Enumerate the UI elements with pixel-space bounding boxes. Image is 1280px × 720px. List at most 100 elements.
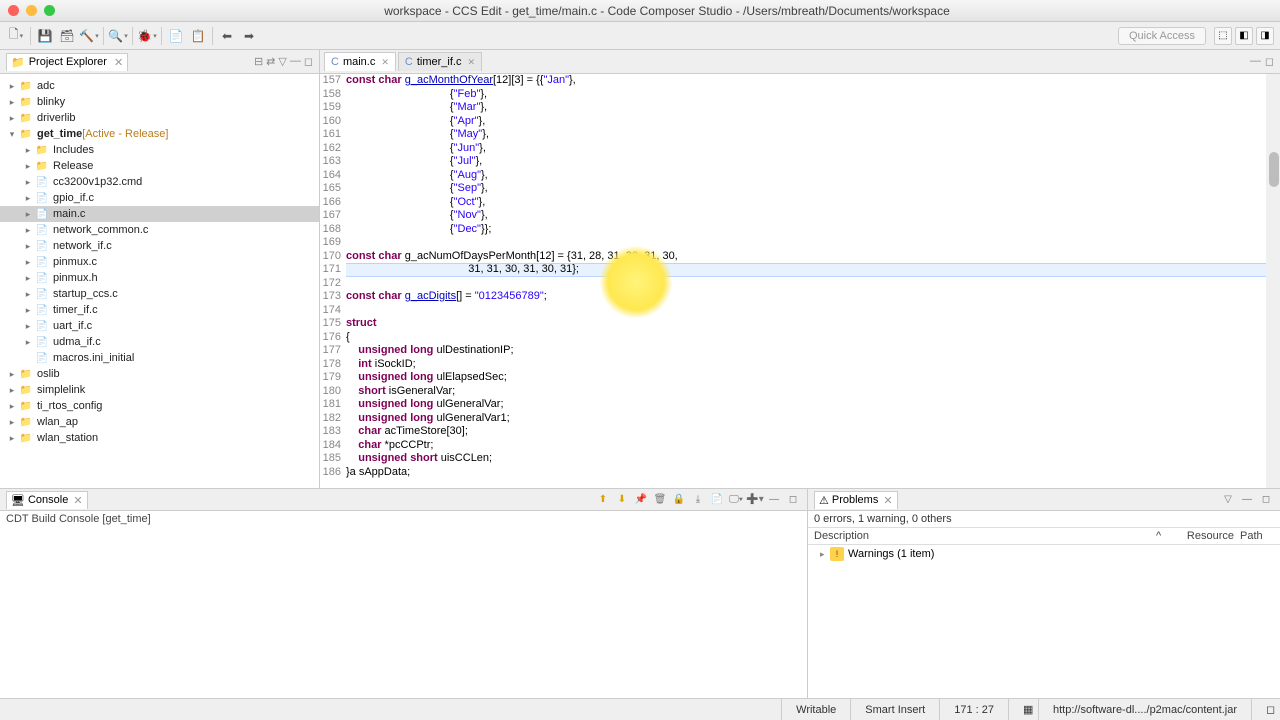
problems-columns: Description ^Resource Path: [808, 527, 1280, 545]
problems-status: 0 errors, 1 warning, 0 others: [808, 511, 1280, 527]
tree-item[interactable]: ▾📁get_time [Active - Release]: [0, 126, 319, 142]
minimize-window-button[interactable]: [26, 5, 37, 16]
console-clear-icon[interactable]: 🗑: [652, 492, 668, 508]
collapse-all-icon[interactable]: ⊟: [254, 55, 263, 68]
close-window-button[interactable]: [8, 5, 19, 16]
tree-item[interactable]: ▸📄network_common.c: [0, 222, 319, 238]
project-explorer-label: Project Explorer: [29, 56, 107, 68]
problems-menu-icon[interactable]: ▽: [1220, 492, 1236, 508]
tree-item[interactable]: ▸📄pinmux.h: [0, 270, 319, 286]
new-menu-icon[interactable]: 🗋: [6, 26, 26, 46]
back-icon[interactable]: ⬅: [217, 26, 237, 46]
tree-item[interactable]: ▸📁Release: [0, 158, 319, 174]
tree-item[interactable]: 📄macros.ini_initial: [0, 350, 319, 366]
console-pin-icon[interactable]: 📌: [633, 492, 649, 508]
folder-icon: 📁: [11, 56, 25, 69]
tree-item[interactable]: ▸📄network_if.c: [0, 238, 319, 254]
forward-icon[interactable]: ➡: [239, 26, 259, 46]
progress-icon[interactable]: ▦: [1008, 699, 1038, 720]
close-problems-icon[interactable]: ✕: [883, 494, 892, 507]
editor-area: Cmain.c✕Ctimer_if.c✕ — ◻ 157 158 159 160…: [320, 50, 1280, 488]
editor-tab[interactable]: Cmain.c✕: [324, 52, 396, 71]
zoom-window-button[interactable]: [44, 5, 55, 16]
console-tab[interactable]: 🖥 Console ✕: [6, 491, 88, 509]
project-tree[interactable]: ▸📁adc▸📁blinky▸📁driverlib▾📁get_time [Acti…: [0, 74, 319, 488]
col-path[interactable]: Path: [1240, 530, 1280, 542]
col-description[interactable]: Description: [808, 530, 1150, 542]
console-scroll-icon[interactable]: ⤓: [690, 492, 706, 508]
close-console-icon[interactable]: ✕: [73, 494, 82, 507]
console-lock-icon[interactable]: 🔒: [671, 492, 687, 508]
progress-stop-icon[interactable]: ◻: [1251, 699, 1280, 720]
editor-scrollbar[interactable]: [1266, 74, 1280, 488]
cursor-position-status: 171 : 27: [939, 699, 1008, 720]
tree-item[interactable]: ▸📁Includes: [0, 142, 319, 158]
console-display-icon[interactable]: 🖵▾: [728, 492, 744, 508]
editor-tab[interactable]: Ctimer_if.c✕: [398, 52, 482, 71]
insert-mode-status: Smart Insert: [850, 699, 939, 720]
tool-icon[interactable]: 📄: [166, 26, 186, 46]
tree-item[interactable]: ▸📁wlan_station: [0, 430, 319, 446]
problems-view: ⚠ Problems ✕ ▽ — ◻ 0 errors, 1 warning, …: [808, 489, 1280, 698]
problems-tab[interactable]: ⚠ Problems ✕: [814, 491, 898, 509]
tree-item[interactable]: ▸📁oslib: [0, 366, 319, 382]
warnings-row[interactable]: ▸ ! Warnings (1 item): [808, 545, 1280, 563]
link-editor-icon[interactable]: ⇄: [266, 55, 275, 68]
console-label: Console: [28, 494, 68, 506]
tree-item[interactable]: ▸📄uart_if.c: [0, 318, 319, 334]
close-tab-icon[interactable]: ✕: [114, 56, 123, 69]
project-explorer-view: 📁 Project Explorer ✕ ⊟ ⇄ ▽ — ◻ ▸📁adc▸📁bl…: [0, 50, 320, 488]
perspective-ccs-icon[interactable]: ⬚: [1214, 27, 1232, 45]
console-max-icon[interactable]: ◻: [785, 492, 801, 508]
tool2-icon[interactable]: 📋: [188, 26, 208, 46]
main-toolbar: 🗋 💾 🗃 🔨 🔍 🐞 📄 📋 ⬅ ➡ Quick Access ⬚ ◧ ◨: [0, 22, 1280, 50]
debug-icon[interactable]: 🐞: [137, 26, 157, 46]
console-down-icon[interactable]: ⬇: [614, 492, 630, 508]
maximize-view-icon[interactable]: ◻: [304, 55, 313, 68]
tree-item[interactable]: ▸📄main.c: [0, 206, 319, 222]
tree-item[interactable]: ▸📁blinky: [0, 94, 319, 110]
maximize-editor-icon[interactable]: ◻: [1265, 55, 1274, 68]
tree-item[interactable]: ▸📁ti_rtos_config: [0, 398, 319, 414]
save-icon[interactable]: 💾: [35, 26, 55, 46]
tree-item[interactable]: ▸📁driverlib: [0, 110, 319, 126]
console-up-icon[interactable]: ⬆: [595, 492, 611, 508]
tree-item[interactable]: ▸📁wlan_ap: [0, 414, 319, 430]
tree-item[interactable]: ▸📁adc: [0, 78, 319, 94]
perspective-debug-icon[interactable]: ◧: [1235, 27, 1253, 45]
minimize-editor-icon[interactable]: —: [1250, 55, 1261, 68]
tree-item[interactable]: ▸📄cc3200v1p32.cmd: [0, 174, 319, 190]
problems-label: Problems: [832, 494, 878, 506]
col-resource[interactable]: ^Resource: [1150, 530, 1240, 542]
problems-max-icon[interactable]: ◻: [1258, 492, 1274, 508]
save-all-icon[interactable]: 🗃: [57, 26, 77, 46]
console-open-icon[interactable]: 📄: [709, 492, 725, 508]
view-menu-icon[interactable]: ▽: [278, 55, 286, 68]
tree-item[interactable]: ▸📄gpio_if.c: [0, 190, 319, 206]
tree-item[interactable]: ▸📄udma_if.c: [0, 334, 319, 350]
perspective-other-icon[interactable]: ◨: [1256, 27, 1274, 45]
console-min-icon[interactable]: —: [766, 492, 782, 508]
tree-item[interactable]: ▸📄startup_ccs.c: [0, 286, 319, 302]
status-bar: Writable Smart Insert 171 : 27 ▦ http://…: [0, 698, 1280, 720]
tree-item[interactable]: ▸📄pinmux.c: [0, 254, 319, 270]
warnings-label: Warnings (1 item): [848, 548, 934, 560]
warning-icon: !: [830, 547, 844, 561]
download-link[interactable]: http://software-dl..../p2mac/content.jar: [1038, 699, 1251, 720]
code-editor[interactable]: 157 158 159 160 161 162 163 164 165 166 …: [320, 74, 1280, 488]
project-explorer-tab[interactable]: 📁 Project Explorer ✕: [6, 53, 128, 71]
search-icon[interactable]: 🔍: [108, 26, 128, 46]
console-new-icon[interactable]: ➕▾: [747, 492, 763, 508]
console-subtitle: CDT Build Console [get_time]: [0, 511, 807, 527]
console-view: 🖥 Console ✕ ⬆ ⬇ 📌 🗑 🔒 ⤓ 📄 🖵▾ ➕▾ — ◻ CDT …: [0, 489, 808, 698]
minimize-view-icon[interactable]: —: [290, 55, 301, 68]
titlebar: workspace - CCS Edit - get_time/main.c -…: [0, 0, 1280, 22]
build-icon[interactable]: 🔨: [79, 26, 99, 46]
tree-item[interactable]: ▸📁simplelink: [0, 382, 319, 398]
console-icon: 🖥: [11, 494, 25, 507]
tree-item[interactable]: ▸📄timer_if.c: [0, 302, 319, 318]
quick-access-input[interactable]: Quick Access: [1118, 27, 1206, 45]
expand-icon[interactable]: ▸: [820, 549, 830, 560]
window-title: workspace - CCS Edit - get_time/main.c -…: [62, 4, 1272, 18]
problems-min-icon[interactable]: —: [1239, 492, 1255, 508]
